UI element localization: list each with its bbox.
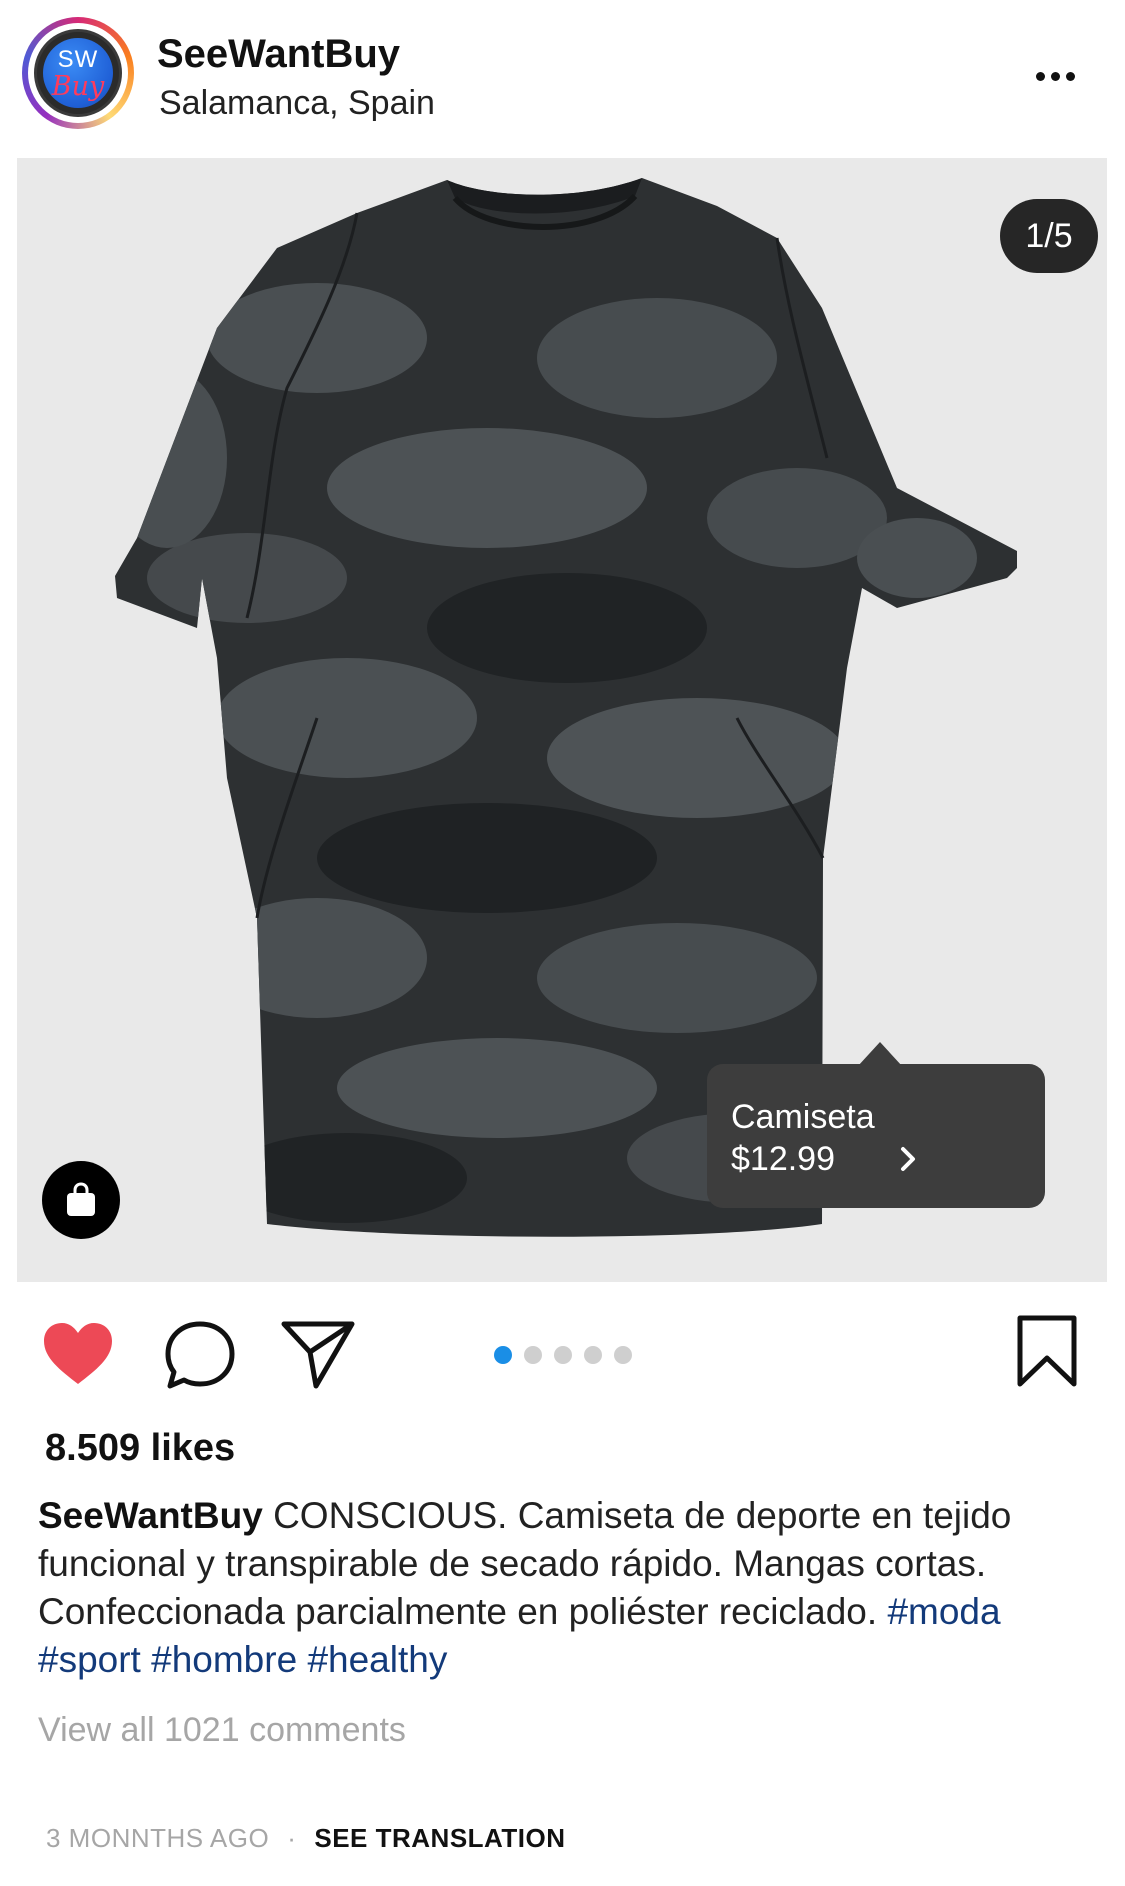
footer-separator: · xyxy=(287,1823,297,1853)
avatar-logo-text-bottom: Buy xyxy=(51,71,105,102)
carousel-dot-active xyxy=(494,1346,512,1364)
hashtag[interactable]: #sport xyxy=(38,1639,141,1680)
hashtag[interactable]: #healthy xyxy=(307,1639,447,1680)
carousel-dot xyxy=(524,1346,542,1364)
shopping-bag-button[interactable] xyxy=(42,1161,120,1239)
avatar-logo-core: SW Buy xyxy=(43,38,113,108)
shopping-bag-icon xyxy=(67,1182,95,1216)
post-caption: SeeWantBuy CONSCIOUS. Camiseta de deport… xyxy=(38,1492,1078,1684)
likes-count[interactable]: 8.509 likes xyxy=(45,1427,235,1470)
see-translation-link[interactable]: SEE TRANSLATION xyxy=(314,1823,565,1854)
page-counter: 1/5 xyxy=(1000,199,1098,273)
send-icon[interactable] xyxy=(280,1318,356,1390)
post-header: SW Buy SeeWantBuy Salamanca, Spain xyxy=(0,0,1125,150)
caption-author[interactable]: SeeWantBuy xyxy=(38,1495,263,1536)
heart-icon[interactable] xyxy=(40,1320,116,1388)
chevron-right-icon xyxy=(901,1147,915,1171)
more-horizontal-icon xyxy=(1035,71,1045,81)
avatar-frame: SW Buy xyxy=(28,23,128,123)
more-dot xyxy=(1065,71,1075,81)
avatar-logo-text-top: SW xyxy=(57,46,99,73)
product-tag-price: $12.99 xyxy=(731,1140,835,1178)
carousel-dot xyxy=(554,1346,572,1364)
avatar-logo: SW Buy xyxy=(34,29,122,117)
post-location[interactable]: Salamanca, Spain xyxy=(159,84,435,123)
bookmark-icon[interactable] xyxy=(1014,1314,1080,1390)
more-options-button[interactable] xyxy=(1025,56,1085,96)
view-all-comments-link[interactable]: View all 1021 comments xyxy=(38,1711,406,1750)
carousel-indicator xyxy=(494,1346,632,1364)
hashtag[interactable]: #hombre xyxy=(151,1639,297,1680)
post-image[interactable]: 1/5 Camiseta $12.99 xyxy=(17,158,1107,1282)
product-tag-name: Camiseta xyxy=(731,1098,875,1136)
product-tag-pointer xyxy=(858,1042,902,1066)
carousel-dot xyxy=(584,1346,602,1364)
account-name[interactable]: SeeWantBuy xyxy=(157,32,400,77)
carousel-dot xyxy=(614,1346,632,1364)
comment-icon[interactable] xyxy=(164,1320,236,1390)
more-dot xyxy=(1050,71,1060,81)
avatar[interactable]: SW Buy xyxy=(22,17,134,129)
hashtag[interactable]: #moda xyxy=(887,1591,1000,1632)
product-tag[interactable]: Camiseta $12.99 xyxy=(707,1042,1045,1208)
post-timestamp: 3 MONNTHS AGO xyxy=(46,1823,270,1853)
post-footer: 3 MONNTHS AGO · SEE TRANSLATION xyxy=(46,1823,566,1854)
